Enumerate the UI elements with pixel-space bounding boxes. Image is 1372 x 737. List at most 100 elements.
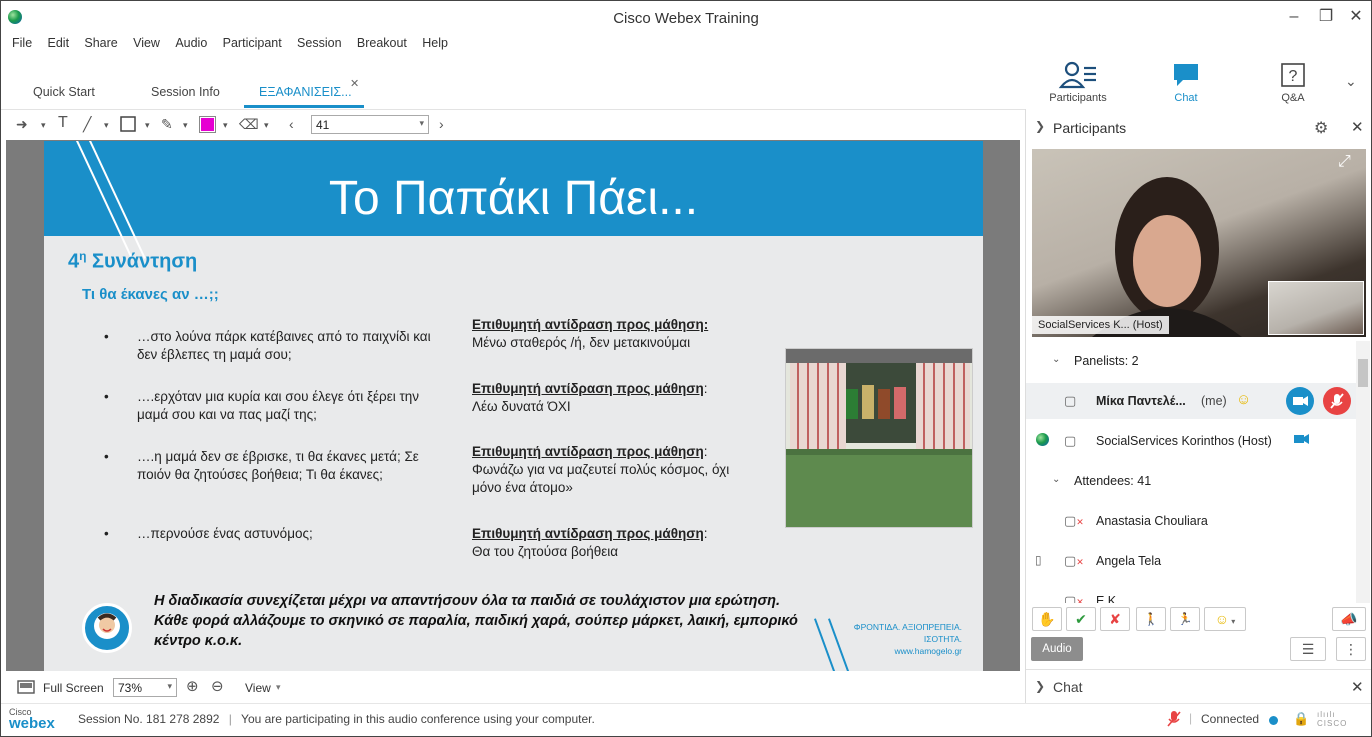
rectangle-tool-icon[interactable]	[120, 116, 136, 135]
view-bar: Full Screen 73% ▾ ⊕ ⊖ View ▾	[1, 674, 1025, 700]
view-menu-button[interactable]: View	[245, 681, 271, 695]
mute-button[interactable]	[1323, 387, 1351, 415]
zoom-in-icon[interactable]: ⊕	[186, 677, 199, 695]
bullet-text: …περνούσε ένας αστυνόμος;	[137, 526, 313, 541]
list-options-button[interactable]: ☰	[1290, 637, 1326, 661]
fullscreen-button[interactable]: Full Screen	[43, 681, 104, 695]
cisco-webex-logo: Cisco webex	[9, 707, 55, 731]
close-window-button[interactable]: ✕	[1341, 6, 1371, 28]
tab-quick-start[interactable]: Quick Start	[33, 85, 95, 99]
computer-audio-muted-icon: ▢✕	[1064, 593, 1084, 603]
participants-panel-button[interactable]: Participants	[1045, 61, 1111, 109]
arrow-pointer-icon[interactable]: ➜	[16, 116, 28, 133]
close-tab-icon[interactable]: ✕	[350, 77, 359, 90]
tab-shared-document[interactable]: ΕΞΑΦΑΝΙΣΕΙΣ...	[259, 85, 352, 99]
response-block: Επιθυμητή αντίδραση προς μάθηση: Λέω δυνα…	[472, 380, 772, 416]
previous-page-icon[interactable]: ‹	[289, 116, 294, 132]
menu-view[interactable]: View	[133, 36, 160, 50]
menu-edit[interactable]: Edit	[48, 36, 70, 50]
attendees-group[interactable]: ⌄ Attendees: 41	[1026, 463, 1356, 499]
maximize-button[interactable]: ❐	[1311, 6, 1341, 28]
tab-bar: Quick Start Session Info ΕΞΑΦΑΝΙΣΕΙΣ...	[1, 73, 1025, 109]
raise-hand-button[interactable]: ✋	[1032, 607, 1062, 631]
self-video-thumbnail[interactable]	[1268, 281, 1364, 335]
me-tag: (me)	[1201, 394, 1227, 408]
next-page-icon[interactable]: ›	[439, 116, 444, 132]
chat-panel-header[interactable]: ❯ Chat ✕	[1026, 669, 1371, 703]
go-slower-button[interactable]: 🚶	[1136, 607, 1166, 631]
participants-icon	[1058, 61, 1096, 89]
menu-help[interactable]: Help	[422, 36, 448, 50]
chevron-down-icon[interactable]: ▾	[276, 682, 281, 693]
expand-chevron-icon[interactable]: ❯	[1035, 679, 1045, 693]
menu-session[interactable]: Session	[297, 36, 341, 50]
no-x-button[interactable]: ✘	[1100, 607, 1130, 631]
participant-row-host[interactable]: ▢ SocialServices Korinthos (Host)	[1026, 423, 1356, 459]
go-faster-button[interactable]: 🏃	[1170, 607, 1200, 631]
participant-row-me[interactable]: ▢ Μίκα Παντελέ... (me) ☺	[1026, 383, 1356, 419]
participant-row[interactable]: ▢✕ Anastasia Chouliara	[1026, 503, 1356, 539]
status-bar: Cisco webex Session No. 181 278 2892 | Y…	[1, 703, 1371, 736]
collapse-chevron-icon[interactable]: ❯	[1035, 119, 1045, 133]
pen-tool-icon[interactable]: ✎	[161, 116, 173, 133]
participant-row[interactable]: ▯ ▢✕ Angela Tela	[1026, 543, 1356, 579]
chevron-down-icon[interactable]: ▾	[145, 120, 150, 131]
menu-audio[interactable]: Audio	[175, 36, 207, 50]
megaphone-button[interactable]: 📣	[1332, 607, 1366, 631]
text-tool-icon[interactable]: T	[58, 114, 68, 132]
computer-audio-icon: ▢	[1064, 433, 1077, 448]
page-number-input[interactable]: 41 ▾	[311, 115, 429, 134]
panel-options-chevron-icon[interactable]: ⌄	[1345, 73, 1357, 90]
chevron-down-icon[interactable]: ▾	[104, 120, 109, 131]
response-heading: Επιθυμητή αντίδραση προς μάθηση	[472, 526, 704, 541]
brand-website: www.hamogelo.gr	[894, 646, 962, 656]
yes-check-button[interactable]: ✔	[1066, 607, 1096, 631]
audio-button[interactable]: Audio	[1031, 637, 1083, 661]
participant-name: SocialServices Korinthos (Host)	[1096, 434, 1272, 448]
chevron-down-icon[interactable]: ▾	[183, 120, 188, 131]
gear-icon[interactable]: ⚙	[1314, 118, 1328, 138]
more-options-button[interactable]: ⋮	[1336, 637, 1366, 661]
chevron-down-icon[interactable]: ▾	[264, 120, 269, 131]
emoticon-button[interactable]: ☺ ▾	[1204, 607, 1246, 631]
eraser-tool-icon[interactable]: ⌫	[239, 116, 259, 133]
meeting-heading: 4η Συνάντηση	[68, 249, 197, 274]
participant-row[interactable]: ▢✕ E.K.	[1026, 583, 1356, 603]
fullscreen-icon[interactable]	[17, 680, 35, 697]
participant-name: Anastasia Chouliara	[1096, 514, 1208, 528]
qa-panel-button[interactable]: ? Q&A	[1271, 61, 1315, 109]
participant-name: E.K.	[1096, 594, 1120, 603]
tab-session-info[interactable]: Session Info	[151, 85, 220, 99]
video-camera-button[interactable]	[1286, 387, 1314, 415]
minimize-button[interactable]: –	[1279, 6, 1309, 28]
zoom-select[interactable]: 73% ▾	[113, 678, 177, 697]
chat-panel-title: Chat	[1053, 679, 1083, 695]
expand-video-icon[interactable]: ⤢	[1338, 153, 1351, 171]
zoom-out-icon[interactable]: ⊖	[211, 677, 224, 695]
chevron-down-icon: ⌄	[1052, 354, 1061, 365]
menu-file[interactable]: File	[12, 36, 32, 50]
muted-microphone-icon[interactable]	[1167, 710, 1181, 731]
participants-scrollbar[interactable]	[1356, 341, 1370, 603]
menu-breakout[interactable]: Breakout	[357, 36, 407, 50]
annotation-toolbar: ➜ ▾ T ╱ ▾ ▾ ✎ ▾ ▾ ⌫ ▾ ‹ 41 ▾ ›	[1, 109, 1025, 139]
participants-panel: ❯ Participants ⚙ ✕ ⤢ SocialServices K...…	[1025, 109, 1371, 703]
close-icon[interactable]: ✕	[1351, 678, 1364, 696]
line-tool-icon[interactable]: ╱	[83, 116, 91, 133]
chevron-down-icon[interactable]: ▾	[41, 120, 46, 131]
color-picker-icon[interactable]	[199, 116, 216, 136]
close-icon[interactable]: ✕	[1351, 118, 1364, 136]
meeting-ordinal: η	[79, 249, 87, 263]
chevron-down-icon[interactable]: ▾	[223, 120, 228, 131]
response-heading-line: Επιθυμητή αντίδραση προς μάθηση:	[472, 444, 708, 459]
scrollbar-thumb[interactable]	[1358, 359, 1368, 387]
hamogelo-logo	[82, 603, 132, 653]
menu-share[interactable]: Share	[84, 36, 117, 50]
menu-participant[interactable]: Participant	[223, 36, 282, 50]
page-number-value: 41	[316, 118, 330, 132]
chevron-down-icon[interactable]: ▾	[419, 118, 424, 129]
panelists-group[interactable]: ⌄ Panelists: 2	[1026, 343, 1356, 379]
chat-panel-button[interactable]: Chat	[1161, 61, 1211, 109]
response-text: Μένω σταθερός /ή, δεν μετακινούμαι	[472, 335, 691, 350]
active-tab-indicator	[244, 105, 364, 108]
